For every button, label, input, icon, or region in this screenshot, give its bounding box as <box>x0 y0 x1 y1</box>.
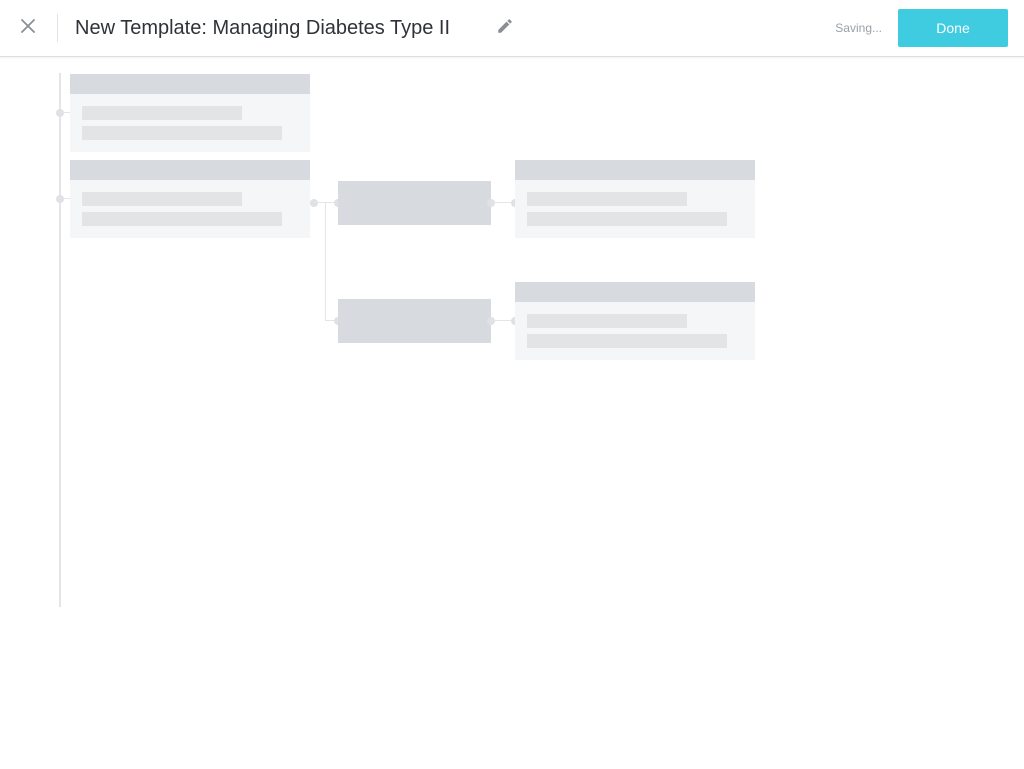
close-button[interactable] <box>12 12 44 44</box>
placeholder-line <box>527 212 727 226</box>
placeholder-line <box>82 212 282 226</box>
placeholder-line <box>527 192 687 206</box>
done-button[interactable]: Done <box>898 9 1008 47</box>
top-bar: New Template: Managing Diabetes Type II … <box>0 0 1024 57</box>
branch-node <box>487 317 495 325</box>
branch-line <box>325 202 326 321</box>
placeholder-block[interactable] <box>338 299 491 343</box>
branch-node <box>487 199 495 207</box>
placeholder-line <box>82 126 282 140</box>
spine-node <box>56 109 64 117</box>
pencil-icon <box>496 17 514 40</box>
saving-status: Saving... <box>835 21 882 35</box>
placeholder-card-header <box>515 282 755 302</box>
placeholder-card-header <box>515 160 755 180</box>
placeholder-card-header <box>70 160 310 180</box>
spine-node <box>56 195 64 203</box>
placeholder-line <box>82 106 242 120</box>
placeholder-card[interactable] <box>70 74 310 152</box>
placeholder-line <box>527 314 687 328</box>
placeholder-block[interactable] <box>338 181 491 225</box>
template-canvas <box>0 57 1024 769</box>
page-title: New Template: Managing Diabetes Type II <box>75 17 451 39</box>
header-divider <box>57 14 58 42</box>
placeholder-card[interactable] <box>70 160 310 238</box>
close-icon <box>20 18 36 39</box>
edit-title-button[interactable] <box>493 16 517 40</box>
placeholder-line <box>82 192 242 206</box>
timeline-spine <box>59 73 61 607</box>
connector <box>60 198 70 199</box>
connector <box>60 112 70 113</box>
branch-node <box>310 199 318 207</box>
placeholder-line <box>527 334 727 348</box>
placeholder-card-header <box>70 74 310 94</box>
placeholder-card[interactable] <box>515 160 755 238</box>
placeholder-card[interactable] <box>515 282 755 360</box>
